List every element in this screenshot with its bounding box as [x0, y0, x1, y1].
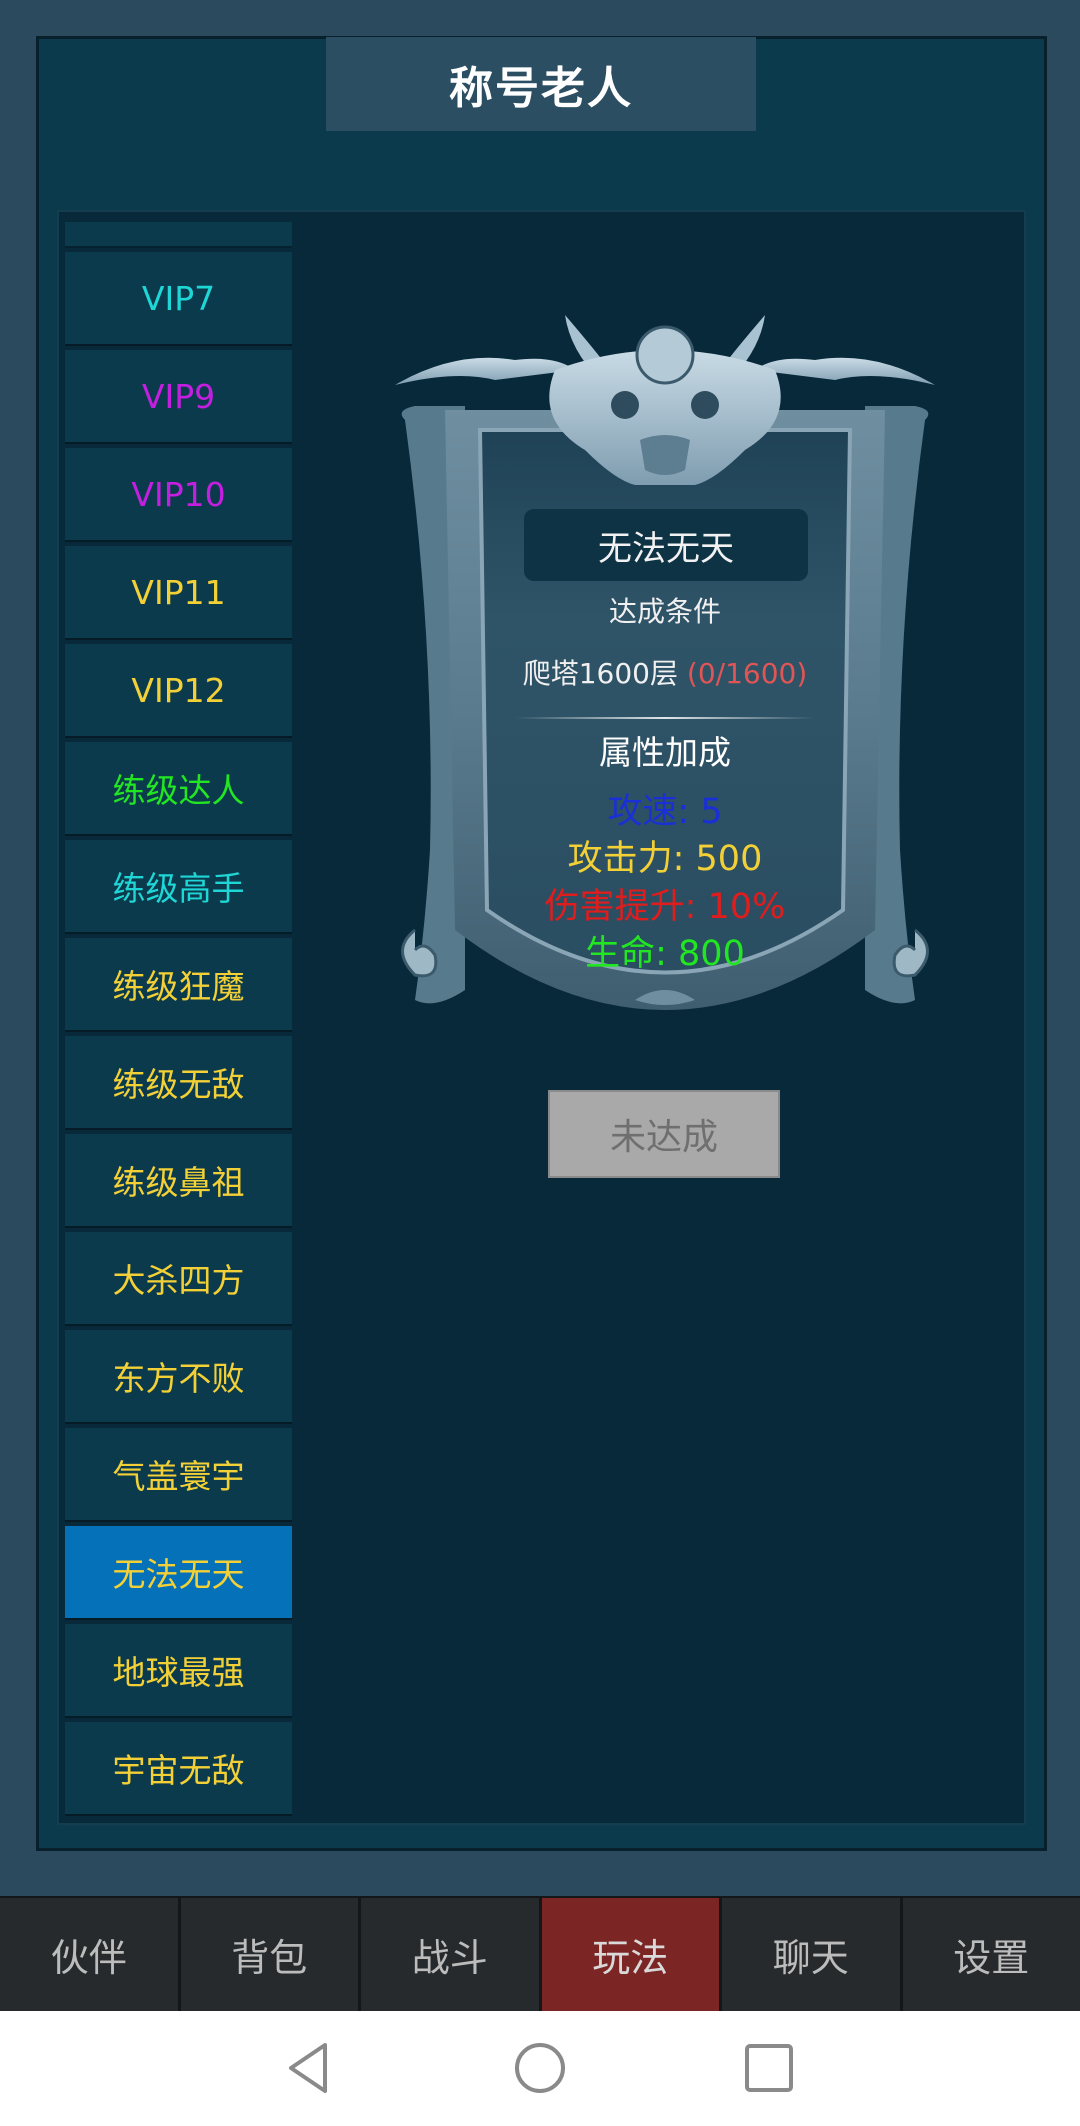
list-item-title[interactable]: 地球最强	[65, 1624, 292, 1718]
attribute-attack-speed: 攻速: 5	[607, 792, 723, 832]
system-nav-bar	[0, 2011, 1080, 2126]
condition-text: 爬塔1600层 (0/1600)	[445, 652, 885, 692]
list-item-title[interactable]: 练级鼻祖	[65, 1134, 292, 1228]
tab-1[interactable]: 伙伴	[0, 1896, 181, 2011]
list-item-partial[interactable]	[65, 222, 292, 248]
attribute-health: 生命: 800	[585, 934, 745, 974]
list-item-title[interactable]: 练级达人	[65, 742, 292, 836]
list-item-title[interactable]: VIP10	[65, 448, 292, 542]
list-item-title[interactable]: 无法无天	[65, 1526, 292, 1620]
list-item-title[interactable]: VIP11	[65, 546, 292, 640]
list-item-title[interactable]: 东方不败	[65, 1330, 292, 1424]
tab-4[interactable]: 玩法	[541, 1896, 722, 2011]
attribute-attack-power: 攻击力: 500	[567, 839, 763, 879]
condition-progress: (0/1600)	[686, 657, 808, 690]
title-name-box: 无法无天	[524, 509, 808, 581]
tab-3[interactable]: 战斗	[361, 1896, 542, 2011]
list-item-title[interactable]: 练级无敌	[65, 1036, 292, 1130]
condition-requirement: 爬塔1600层	[522, 657, 687, 690]
recent-square-icon[interactable]	[734, 2033, 804, 2103]
divider	[515, 717, 815, 719]
status-button[interactable]: 未达成	[548, 1090, 780, 1178]
page-title: 称号老人	[326, 37, 756, 131]
list-item-title[interactable]: 练级狂魔	[65, 938, 292, 1032]
list-item-title[interactable]: VIP12	[65, 644, 292, 738]
bottom-tab-bar: 伙伴 背包 战斗 玩法 聊天 设置	[0, 1896, 1080, 2011]
back-triangle-icon[interactable]	[275, 2033, 345, 2103]
list-item-title[interactable]: 大杀四方	[65, 1232, 292, 1326]
attribute-heading: 属性加成	[599, 733, 731, 772]
condition-label: 达成条件	[608, 595, 721, 628]
title-list[interactable]: VIP7 VIP9 VIP10 VIP11 VIP12 练级达人 练级高手 练级狂魔 练级无敌练…	[65, 222, 292, 1823]
list-item-title[interactable]: 练级高手	[65, 840, 292, 934]
list-item-title[interactable]: VIP7	[65, 252, 292, 346]
list-item-title[interactable]: 气盖寰宇	[65, 1428, 292, 1522]
tab-6[interactable]: 设置	[902, 1896, 1080, 2011]
tab-5[interactable]: 聊天	[722, 1896, 903, 2011]
home-circle-icon[interactable]	[505, 2033, 575, 2103]
attribute-damage-boost: 伤害提升: 10%	[544, 887, 786, 927]
tab-2[interactable]: 背包	[180, 1896, 361, 2011]
list-item-title[interactable]: VIP9	[65, 350, 292, 444]
list-item-title[interactable]: 宇宙无敌	[65, 1722, 292, 1816]
